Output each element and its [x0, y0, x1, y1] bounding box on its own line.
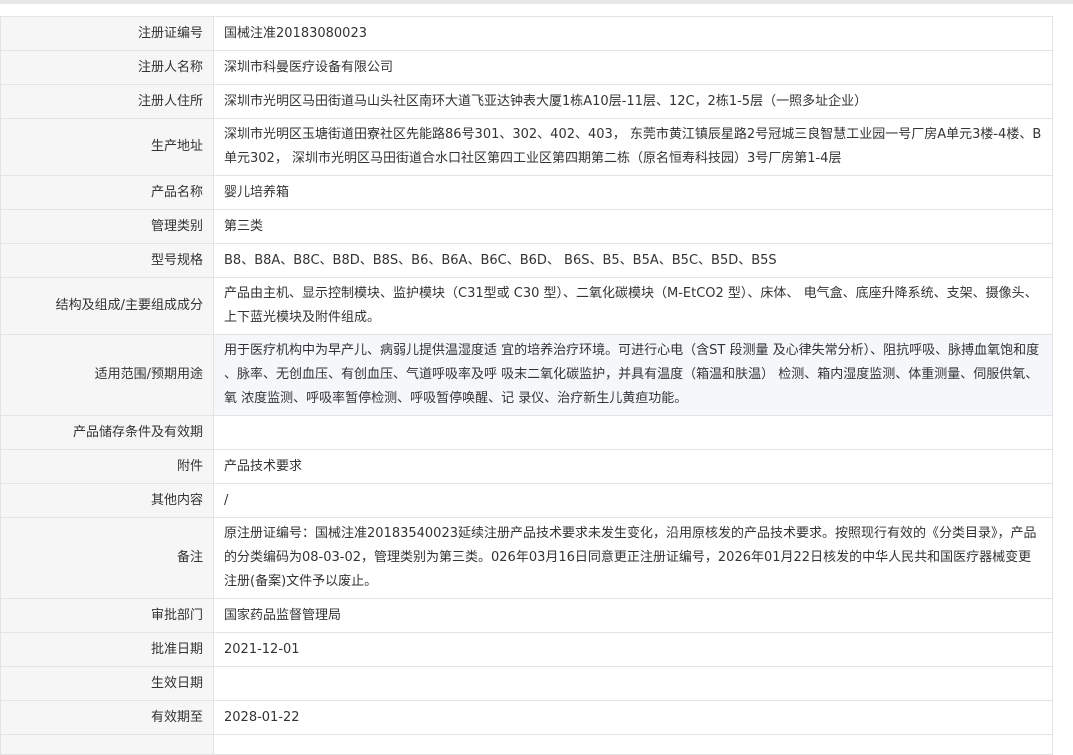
row-registrant-address: 注册人住所 深圳市光明区马田街道马山头社区南环大道飞亚达钟表大厦1栋A10层-1…	[0, 84, 1053, 119]
row-model-spec: 型号规格 B8、B8A、B8C、B8D、B8S、B6、B6A、B6C、B6D、 …	[0, 243, 1053, 278]
row-structure-composition: 结构及组成/主要组成成分 产品由主机、显示控制模块、监护模块（C31型或 C30…	[0, 277, 1053, 335]
label-production-address: 生产地址	[0, 118, 214, 176]
value-structure-composition: 产品由主机、显示控制模块、监护模块（C31型或 C30 型）、二氧化碳模块（M-…	[213, 277, 1053, 335]
row-intended-use: 适用范围/预期用途 用于医疗机构中为早产儿、病弱儿提供温湿度适 宜的培养治疗环境…	[0, 334, 1053, 416]
row-product-name: 产品名称 婴儿培养箱	[0, 175, 1053, 210]
label-registrant-address: 注册人住所	[0, 84, 214, 119]
label-product-name: 产品名称	[0, 175, 214, 210]
label-structure-composition: 结构及组成/主要组成成分	[0, 277, 214, 335]
row-other-content: 其他内容 /	[0, 483, 1053, 518]
top-spacer	[0, 4, 1073, 16]
value-management-category: 第三类	[213, 209, 1053, 244]
value-attachment: 产品技术要求	[213, 449, 1053, 484]
value-effective-date	[213, 666, 1053, 701]
value-registrant-address: 深圳市光明区马田街道马山头社区南环大道飞亚达钟表大厦1栋A10层-11层、12C…	[213, 84, 1053, 119]
label-approval-date: 批准日期	[0, 632, 214, 667]
label-remarks: 备注	[0, 517, 214, 599]
row-registrant-name: 注册人名称 深圳市科曼医疗设备有限公司	[0, 50, 1053, 85]
value-storage-validity	[213, 415, 1053, 450]
value-approval-date: 2021-12-01	[213, 632, 1053, 667]
row-approval-department: 审批部门 国家药品监督管理局	[0, 598, 1053, 633]
value-registration-number: 国械注准20183080023	[213, 16, 1053, 51]
value-product-name: 婴儿培养箱	[213, 175, 1053, 210]
label-management-category: 管理类别	[0, 209, 214, 244]
label-expiry-date: 有效期至	[0, 700, 214, 735]
label-registrant-name: 注册人名称	[0, 50, 214, 85]
value-expiry-date: 2028-01-22	[213, 700, 1053, 735]
value-registrant-name: 深圳市科曼医疗设备有限公司	[213, 50, 1053, 85]
row-production-address: 生产地址 深圳市光明区玉塘街道田寮社区先能路86号301、302、402、403…	[0, 118, 1053, 176]
value-intended-use: 用于医疗机构中为早产儿、病弱儿提供温湿度适 宜的培养治疗环境。可进行心电（含ST…	[213, 334, 1053, 416]
row-approval-date: 批准日期 2021-12-01	[0, 632, 1053, 667]
label-trailing	[0, 734, 214, 755]
row-expiry-date: 有效期至 2028-01-22	[0, 700, 1053, 735]
value-model-spec: B8、B8A、B8C、B8D、B8S、B6、B6A、B6C、B6D、 B6S、B…	[213, 243, 1053, 278]
label-model-spec: 型号规格	[0, 243, 214, 278]
row-management-category: 管理类别 第三类	[0, 209, 1053, 244]
value-other-content: /	[213, 483, 1053, 518]
label-approval-department: 审批部门	[0, 598, 214, 633]
value-trailing	[213, 734, 1053, 755]
row-remarks: 备注 原注册证编号：国械注准20183540023延续注册产品技术要求未发生变化…	[0, 517, 1053, 599]
row-registration-number: 注册证编号 国械注准20183080023	[0, 16, 1053, 51]
label-intended-use: 适用范围/预期用途	[0, 334, 214, 416]
label-registration-number: 注册证编号	[0, 16, 214, 51]
value-approval-department: 国家药品监督管理局	[213, 598, 1053, 633]
row-trailing	[0, 734, 1053, 755]
label-attachment: 附件	[0, 449, 214, 484]
label-effective-date: 生效日期	[0, 666, 214, 701]
registration-detail-table: 注册证编号 国械注准20183080023 注册人名称 深圳市科曼医疗设备有限公…	[0, 16, 1053, 755]
row-attachment: 附件 产品技术要求	[0, 449, 1053, 484]
value-remarks: 原注册证编号：国械注准20183540023延续注册产品技术要求未发生变化，沿用…	[213, 517, 1053, 599]
row-storage-validity: 产品储存条件及有效期	[0, 415, 1053, 450]
row-effective-date: 生效日期	[0, 666, 1053, 701]
value-production-address: 深圳市光明区玉塘街道田寮社区先能路86号301、302、402、403， 东莞市…	[213, 118, 1053, 176]
label-other-content: 其他内容	[0, 483, 214, 518]
label-storage-validity: 产品储存条件及有效期	[0, 415, 214, 450]
